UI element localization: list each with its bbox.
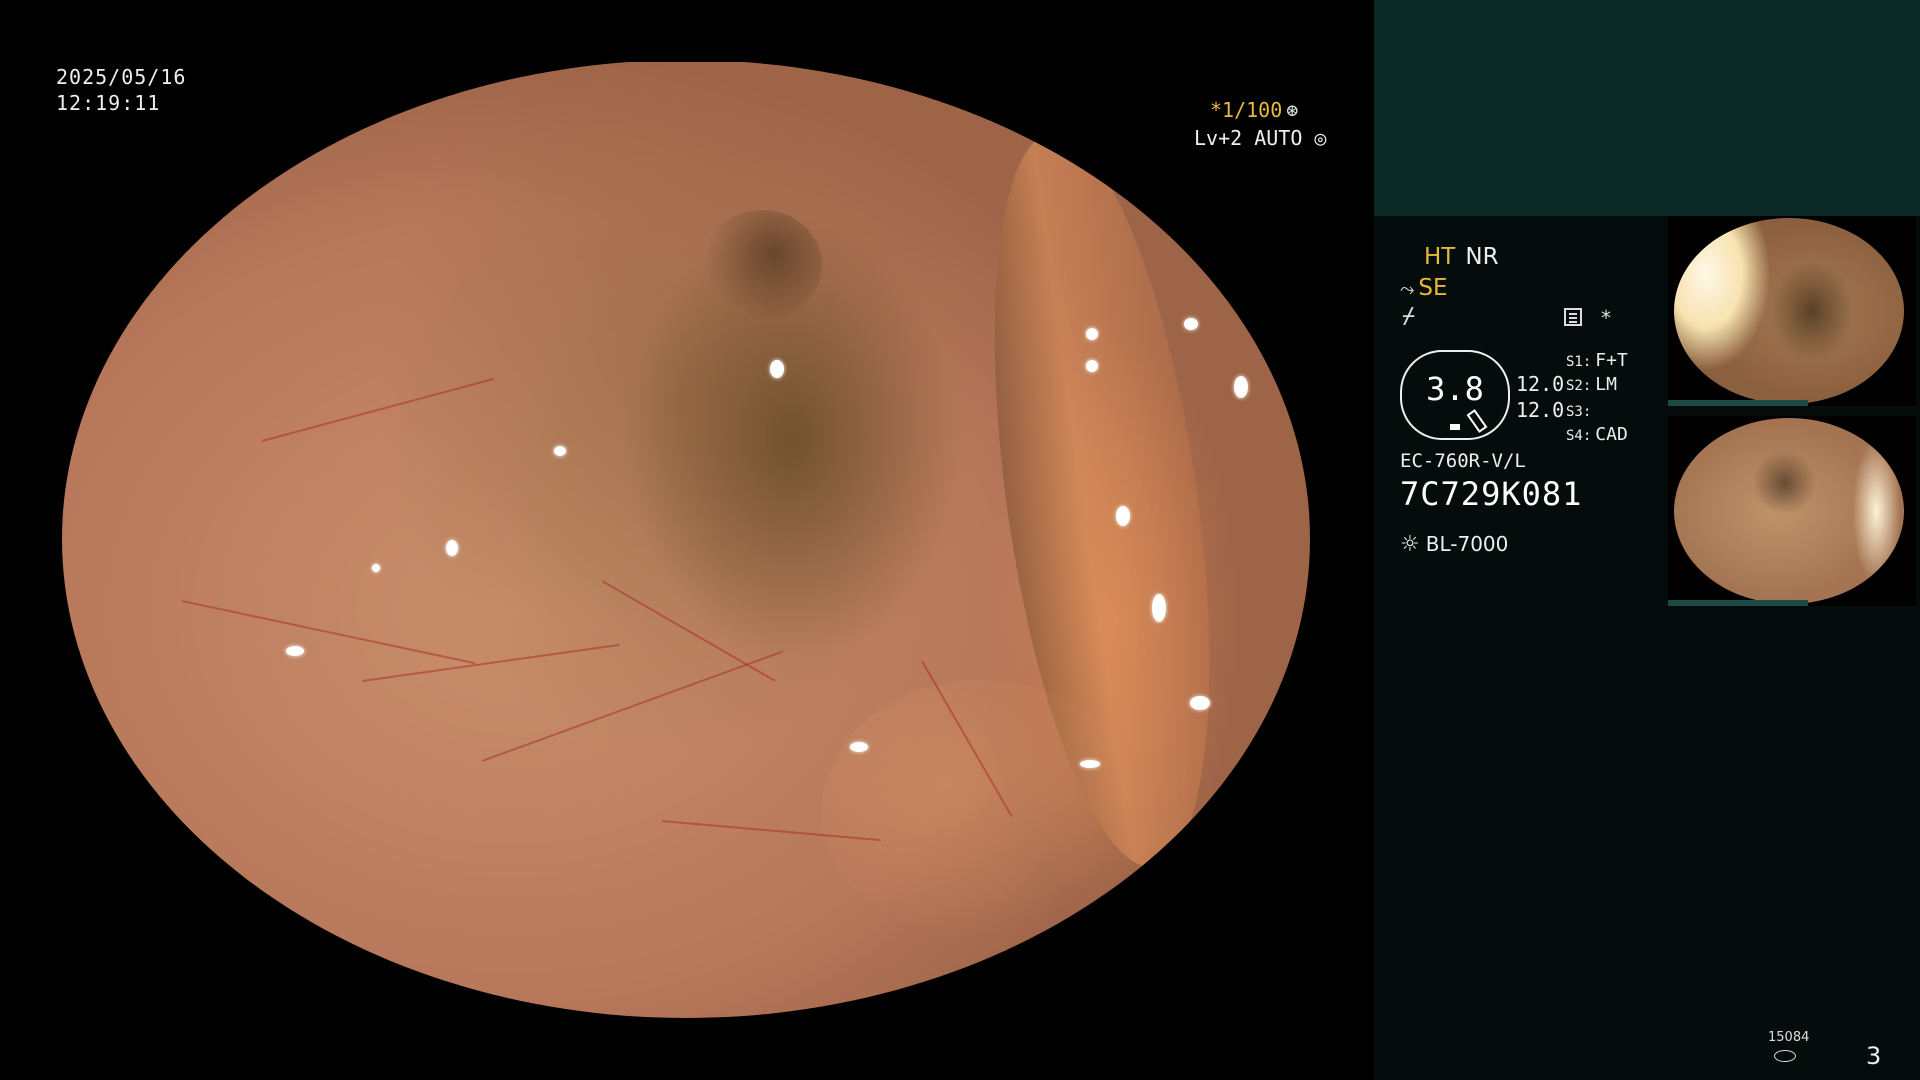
mask-top — [0, 0, 1374, 62]
blood-vessel — [481, 650, 784, 762]
blood-vessel — [361, 643, 620, 682]
light-reflection — [1086, 328, 1098, 340]
slot-key: S3: — [1566, 404, 1592, 420]
page-number: 3 — [1866, 1042, 1882, 1070]
ht-label: HT — [1424, 244, 1456, 270]
auto-iris-icon: ◎ — [1302, 126, 1327, 150]
storage-icon — [1774, 1050, 1796, 1062]
timestamp: 2025/05/16 12:19:11 — [56, 64, 186, 116]
mask-bottom — [0, 1018, 1374, 1080]
lumen-shadow — [702, 210, 822, 320]
blood-vessel — [181, 600, 476, 665]
light-reflection — [1190, 696, 1210, 710]
slot-value: F+T — [1595, 350, 1628, 371]
blood-vessel — [261, 377, 495, 442]
light-reflection — [770, 360, 784, 378]
thumbnail-bar — [1668, 400, 1808, 406]
gauge-value: 3.8 — [1426, 370, 1484, 408]
thumbnail-image — [1674, 218, 1904, 404]
slot-s3: S3: — [1566, 400, 1595, 421]
endoscope-main-view: 2025/05/16 12:19:11 *1/100 ⊛ Lv+2 AUTO ◎ — [0, 0, 1374, 1080]
light-reflection — [286, 646, 304, 656]
scope-serial: 7C729K081 — [1400, 475, 1583, 513]
light-reflection — [850, 742, 868, 752]
thumbnail-image — [1674, 418, 1904, 604]
shutter-value: *1/100 — [1210, 98, 1283, 122]
gauge-value-2: 12.0 — [1516, 398, 1565, 422]
thumbnail-bar — [1668, 600, 1808, 606]
signal-icon: ⌿ — [1402, 304, 1416, 329]
slot-value: LM — [1595, 374, 1617, 395]
light-source: ☼ BL-7000 — [1400, 532, 1508, 557]
blood-vessel — [601, 580, 776, 682]
mucosal-fold-lower — [822, 680, 1142, 940]
endoscopic-image — [62, 60, 1310, 1018]
thumbnail-1[interactable] — [1668, 216, 1916, 406]
light-reflection — [1116, 506, 1130, 526]
level-value: Lv+2 AUTO — [1194, 126, 1303, 150]
light-reflection — [446, 540, 458, 556]
slot-key: S4: — [1566, 428, 1592, 444]
light-reflection — [1234, 376, 1248, 398]
light-reflection — [372, 564, 380, 572]
thumbnail-2[interactable] — [1668, 416, 1916, 606]
lamp-icon: ☼ — [1400, 532, 1420, 557]
record-icon — [1564, 308, 1582, 326]
structure-enhancement-icon: ⤳ — [1400, 279, 1415, 300]
gauge-value-1: 12.0 — [1516, 372, 1565, 396]
light-reflection — [158, 852, 184, 862]
shutter-icon: ⊛ — [1286, 98, 1299, 122]
date-text: 2025/05/16 — [56, 65, 187, 89]
light-reflection — [1152, 594, 1166, 622]
slot-s4: S4: CAD — [1566, 424, 1628, 445]
slot-s2: S2: LM — [1566, 374, 1617, 395]
scope-model: EC-760R-V/L — [1400, 450, 1526, 472]
slot-s1: S1: F+T — [1566, 350, 1628, 371]
se-label: SE — [1418, 275, 1448, 301]
brightness-level: Lv+2 AUTO ◎ — [1194, 126, 1326, 150]
light-reflection — [554, 446, 566, 456]
light-reflection — [1086, 360, 1098, 372]
enhancement-line: HT NR — [1424, 244, 1499, 270]
light-reflection — [1184, 318, 1198, 330]
gauge-slant-icon — [1466, 409, 1488, 433]
sidebar-header-area — [1374, 0, 1920, 216]
slot-value: CAD — [1595, 424, 1628, 445]
star-indicator: * — [1600, 306, 1613, 330]
nr-label: NR — [1465, 244, 1499, 270]
gauge-mark-icon — [1450, 424, 1460, 430]
structure-line: ⤳ SE — [1400, 275, 1448, 301]
shutter-speed: *1/100 ⊛ — [1210, 98, 1298, 122]
storage-counter: 15084 — [1768, 1030, 1810, 1045]
light-reflection — [1080, 760, 1100, 768]
light-source-name: BL-7000 — [1425, 532, 1509, 556]
time-text: 12:19:11 — [56, 91, 161, 115]
zoom-gauge: 3.8 — [1400, 350, 1510, 440]
slot-key: S1: — [1566, 354, 1592, 370]
slot-key: S2: — [1566, 378, 1592, 394]
